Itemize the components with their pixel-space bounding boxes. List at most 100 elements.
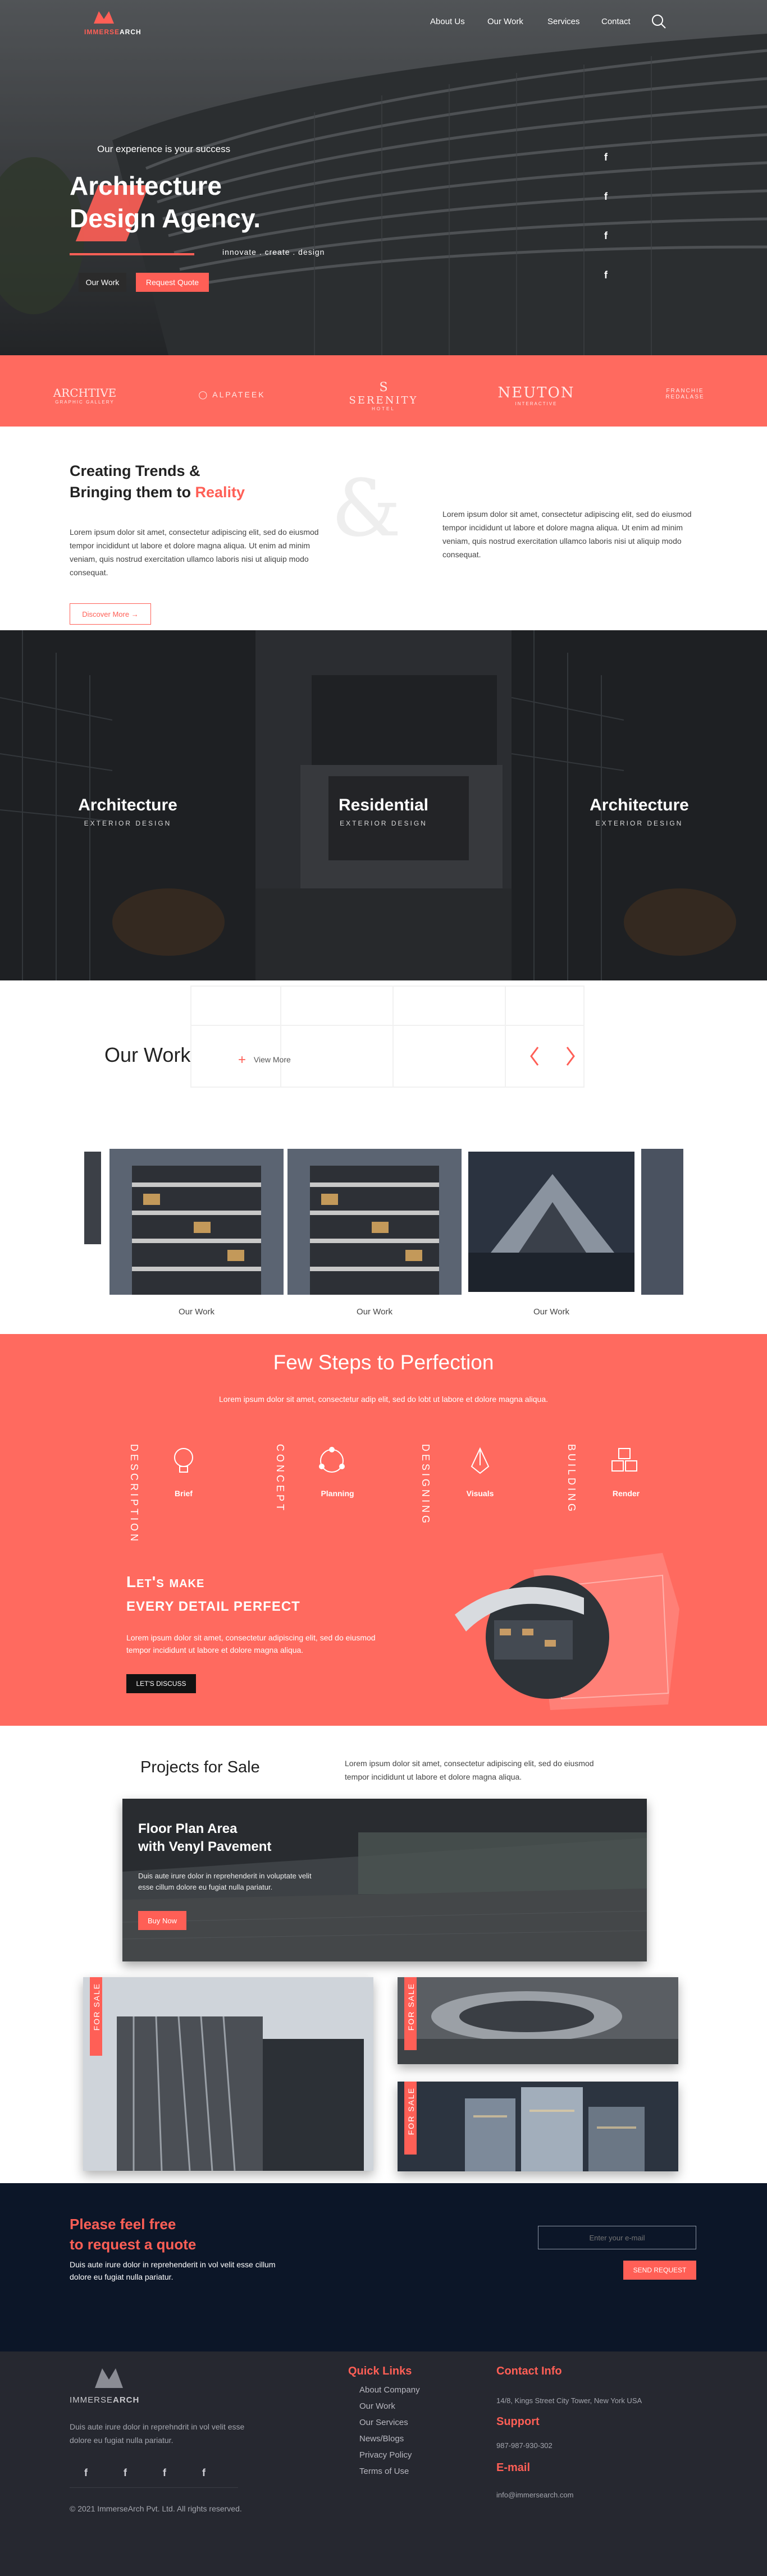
steps-intro: Lorem ipsum dolor sit amet, consectetur … xyxy=(219,1395,548,1404)
brand-logo-serenity: S SERENITY HOTEL xyxy=(341,381,426,411)
category-title: Residential xyxy=(338,796,429,814)
lets-discuss-button[interactable]: LET'S DISCUSS xyxy=(126,1674,196,1693)
step-vertical-label: CONCEPT xyxy=(275,1444,286,1514)
steps-building-illustration xyxy=(455,1553,679,1710)
step-label: Brief xyxy=(175,1489,193,1498)
chevron-left-icon[interactable] xyxy=(528,1045,541,1067)
send-request-button[interactable]: SEND REQUEST xyxy=(623,2261,696,2280)
support-title: Support xyxy=(496,2415,540,2428)
footer-link-our-services[interactable]: Our Services xyxy=(359,2418,408,2427)
category-card-residential[interactable]: Residential EXTERIOR DESIGN xyxy=(255,630,512,980)
step-vertical-label: DESCRIPTION xyxy=(129,1444,140,1544)
category-title: Architecture xyxy=(78,796,177,814)
facebook-icon[interactable]: f xyxy=(202,2467,206,2479)
category-card-architecture[interactable]: Architecture EXTERIOR DESIGN xyxy=(0,630,255,980)
projects-section: Projects for Sale Lorem ipsum dolor sit … xyxy=(0,1726,767,2183)
footer-about: Duis aute irure dolor in reprehndrit in … xyxy=(70,2422,245,2445)
work-card[interactable] xyxy=(109,1149,284,1295)
nav-contact[interactable]: Contact xyxy=(601,17,631,26)
site-footer: IMMERSEARCH Duis aute irure dolor in rep… xyxy=(0,2352,767,2576)
work-card[interactable] xyxy=(468,1152,634,1292)
view-more-link[interactable]: + View More xyxy=(238,1052,291,1068)
step-label: Planning xyxy=(321,1489,354,1498)
facebook-icon[interactable]: f xyxy=(604,269,608,281)
step-label: Render xyxy=(612,1489,640,1498)
nav-services[interactable]: Services xyxy=(547,17,580,26)
categories-section: Architecture EXTERIOR DESIGN Residential… xyxy=(0,630,767,980)
work-card-partial-left[interactable] xyxy=(84,1152,101,1244)
brand-logo-archtive: ARCHTIVE GRAPHIC GALLERY xyxy=(53,386,117,405)
category-subtitle: EXTERIOR DESIGN xyxy=(595,819,683,827)
footer-link-news-blogs[interactable]: News/Blogs xyxy=(359,2434,404,2444)
work-card-image xyxy=(468,1152,634,1292)
steps-text: Lorem ipsum dolor sit amet, consectetur … xyxy=(126,1633,376,1654)
buy-now-button[interactable]: Buy Now xyxy=(138,1911,186,1930)
project-card-large[interactable]: FOR SALE xyxy=(83,1977,373,2171)
our-work-button[interactable]: Our Work xyxy=(79,273,126,292)
decorative-ampersand: & xyxy=(331,463,401,554)
facebook-icon[interactable]: f xyxy=(84,2467,88,2479)
intro-left-text: Lorem ipsum dolor sit amet, consectetur … xyxy=(70,528,319,577)
email-input[interactable] xyxy=(538,2226,696,2249)
discover-more-button[interactable]: Discover More → xyxy=(70,603,151,625)
facebook-icon[interactable]: f xyxy=(604,191,608,203)
intro-title-accent: Reality xyxy=(195,484,245,501)
featured-project-text: Duis aute irure dolor in reprehenderit i… xyxy=(138,1872,312,1891)
brand-logo-franchie: FRANCHIE REDALASE xyxy=(665,388,705,400)
quote-text: Duis aute irure dolor in reprehenderit i… xyxy=(70,2260,276,2281)
our-work-section: Our Work + View More Our Work Our Work O… xyxy=(0,980,767,1334)
footer-logo[interactable]: IMMERSEARCH xyxy=(70,2363,140,2413)
email-link[interactable]: info@immersearch.com xyxy=(496,2491,573,2499)
project-image xyxy=(398,1977,678,2064)
facebook-icon[interactable]: f xyxy=(124,2467,127,2479)
work-card-label: Our Work xyxy=(533,1307,569,1317)
project-card-small[interactable]: FOR SALE xyxy=(398,1977,678,2064)
footer-link-our-work[interactable]: Our Work xyxy=(359,2401,395,2411)
brand-logo-neuton: NEUTON INTERACTIVE xyxy=(497,384,575,406)
hero-section: IMMERSEARCH About Us Our Work Services C… xyxy=(0,0,767,355)
footer-link-about-company[interactable]: About Company xyxy=(359,2385,420,2395)
request-quote-button[interactable]: Request Quote xyxy=(136,273,209,292)
project-image xyxy=(398,2082,678,2171)
step-vertical-label: BUILDING xyxy=(566,1444,577,1515)
brand-logo-alpateek: ◯ ALPATEEK xyxy=(198,390,266,399)
work-card[interactable] xyxy=(287,1149,462,1295)
nav-our-work[interactable]: Our Work xyxy=(487,17,523,26)
contact-info-title: Contact Info xyxy=(496,2365,562,2377)
facebook-icon[interactable]: f xyxy=(604,230,608,242)
brand-logo[interactable]: IMMERSEARCH xyxy=(84,7,141,38)
featured-project-title: Floor Plan Area with Venyl Pavement xyxy=(138,1821,272,1854)
hero-title: Architecture Design Agency. xyxy=(70,169,261,235)
footer-link-privacy-policy[interactable]: Privacy Policy xyxy=(359,2450,412,2460)
steps-heading: Let's make every detail perfect xyxy=(126,1573,300,1614)
facebook-icon[interactable]: f xyxy=(163,2467,166,2479)
project-card-small[interactable]: FOR SALE xyxy=(398,2082,678,2171)
email-title: E-mail xyxy=(496,2462,531,2474)
chevron-right-icon[interactable] xyxy=(564,1045,577,1067)
quick-links-title: Quick Links xyxy=(348,2365,412,2377)
featured-project-card[interactable]: Floor Plan Area with Venyl Pavement Duis … xyxy=(122,1799,647,1961)
work-card-image xyxy=(109,1149,284,1295)
top-navigation: IMMERSEARCH About Us Our Work Services C… xyxy=(0,0,767,45)
intro-section: & Creating Trends & Bringing them to Rea… xyxy=(0,427,767,630)
work-card-image xyxy=(287,1149,462,1295)
hero-title-line1: Architecture xyxy=(70,171,222,200)
work-card-partial-right[interactable] xyxy=(641,1149,683,1295)
intro-right-text: Lorem ipsum dolor sit amet, consectetur … xyxy=(442,510,692,559)
brand-wordmark: IMMERSEARCH xyxy=(84,28,141,36)
search-icon[interactable] xyxy=(651,13,666,29)
category-card-architecture-2[interactable]: Architecture EXTERIOR DESIGN xyxy=(512,630,767,980)
facebook-icon[interactable]: f xyxy=(604,152,608,163)
projects-title: Projects for Sale xyxy=(140,1758,260,1776)
work-card-label: Our Work xyxy=(179,1307,214,1317)
partner-brands-strip: ARCHTIVE GRAPHIC GALLERY ◯ ALPATEEK S SE… xyxy=(0,355,767,427)
footer-link-terms-of-use[interactable]: Terms of Use xyxy=(359,2467,409,2476)
category-subtitle: EXTERIOR DESIGN xyxy=(340,819,427,827)
address-text: 14/8, Kings Street City Tower, New York … xyxy=(496,2396,642,2405)
footer-wordmark: IMMERSEARCH xyxy=(70,2395,140,2405)
step-vertical-label: DESIGNING xyxy=(420,1444,431,1527)
quote-title: Please feel free to request a quote xyxy=(70,2216,197,2253)
hero-underline xyxy=(70,253,194,255)
intro-title: Creating Trends & Bringing them to Reali… xyxy=(70,462,245,501)
nav-about-us[interactable]: About Us xyxy=(430,17,465,26)
